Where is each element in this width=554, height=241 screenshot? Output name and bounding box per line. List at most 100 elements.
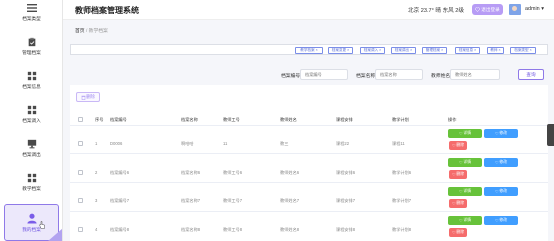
delete-button[interactable]: ♡ 删除	[449, 141, 467, 150]
detail-label: 详情	[463, 189, 471, 193]
tag-chip[interactable]: 档案调入 ×	[360, 47, 385, 54]
cell-archive-name: 档案名称7	[181, 198, 201, 203]
edit-label: 修改	[499, 218, 507, 222]
grid-icon	[27, 173, 36, 182]
row-checkbox[interactable]	[78, 170, 83, 175]
detail-button[interactable]: ♡ 详情	[448, 129, 482, 138]
user-icon	[26, 213, 37, 224]
sidebar-item-my-archive[interactable]: 我的档案	[4, 204, 59, 241]
cell-course-schedule: 课程22	[336, 141, 350, 146]
archive-name-label: 档案名称	[356, 74, 376, 79]
weather-info: 北京 23.7° 晴 东风 2级	[408, 8, 465, 14]
avatar[interactable]	[509, 4, 521, 15]
cell-archive-number: 档案编号8	[110, 227, 130, 232]
sidebar-item-label: 档案调出	[22, 151, 41, 157]
edit-button[interactable]: ♡ 修改	[484, 158, 518, 167]
tag-chip[interactable]: 管理档案 ×	[422, 47, 447, 54]
tag-chip[interactable]: 档案信息 ×	[455, 47, 480, 54]
cell-teaching-plan: 教学计划8	[392, 227, 412, 232]
cell-teaching-plan: 教学计划6	[392, 170, 412, 175]
breadcrumb-home[interactable]: 首页	[75, 29, 85, 34]
teacher-name-input[interactable]	[450, 69, 500, 80]
tag-chip[interactable]: 档案类型 ×	[510, 47, 536, 54]
trash-icon: ♡	[452, 144, 456, 148]
row-checkbox[interactable]	[78, 198, 83, 203]
teacher-name-label: 教师姓名	[431, 74, 451, 79]
logout-label: 退出登录	[481, 6, 500, 12]
hand-cursor-icon	[39, 221, 45, 229]
user-name: admin	[525, 6, 540, 12]
row-divider	[70, 182, 548, 183]
sidebar-item-label: 教学档案	[22, 185, 41, 191]
cell-course-schedule: 课程安排7	[336, 198, 356, 203]
cell-archive-number: 档案编号7	[110, 198, 130, 203]
sidebar-item-label: 我的档案	[22, 226, 41, 232]
info-icon: ♡	[459, 161, 463, 165]
detail-button[interactable]: ♡ 详情	[448, 216, 482, 225]
detail-button[interactable]: ♡ 详情	[448, 187, 482, 196]
cell-index: 3	[95, 198, 98, 203]
cell-teacher-id: 教师工号8	[223, 227, 243, 232]
header: 教师档案管理系统 北京 23.7° 晴 东风 2级 退出登录 admin ▾	[63, 0, 554, 20]
edit-button[interactable]: ♡ 修改	[484, 216, 518, 225]
batch-delete-button[interactable]: 删除	[76, 92, 100, 102]
tag-chip[interactable]: 教学档案 ×	[295, 47, 323, 54]
row-divider	[70, 125, 548, 126]
column-header: 教学计划	[392, 117, 409, 122]
select-all-checkbox[interactable]	[78, 117, 83, 122]
breadcrumb: 首页 / 教学档案	[75, 27, 108, 34]
edit-label: 修改	[499, 160, 507, 164]
list-icon	[26, 3, 37, 12]
delete-button[interactable]: ♡ 删除	[449, 170, 467, 179]
detail-button[interactable]: ♡ 详情	[448, 158, 482, 167]
search-button[interactable]: 查询	[518, 69, 544, 80]
tag-chip[interactable]: 档案变更 ×	[328, 47, 353, 54]
archive-number-label: 档案编号	[281, 74, 301, 79]
sidebar-item-archive-info[interactable]: 档案信息	[0, 62, 62, 98]
sidebar-item-archive-in[interactable]: 档案调入	[0, 96, 62, 132]
edit-button[interactable]: ♡ 修改	[484, 187, 518, 196]
detail-label: 详情	[463, 160, 471, 164]
column-header: 操作	[448, 117, 457, 122]
sidebar-item-archive-out[interactable]: 档案调出	[0, 130, 62, 166]
archive-number-input[interactable]	[300, 69, 348, 80]
archive-name-input[interactable]	[375, 69, 423, 80]
sidebar: 档案类型 管理档案 档案信息 档案调入 档案调出 教学档案 我的档案	[0, 0, 63, 241]
cell-teacher-id: 教师工号6	[223, 170, 243, 175]
cell-archive-name: 档案名称8	[181, 227, 201, 232]
edit-label: 修改	[499, 131, 507, 135]
delete-button[interactable]: ♡ 删除	[449, 228, 467, 237]
row-checkbox[interactable]	[78, 141, 83, 146]
sidebar-item-label: 档案类型	[22, 15, 41, 21]
cell-index: 2	[95, 170, 98, 175]
sidebar-item-manage-archive[interactable]: 管理档案	[0, 28, 62, 64]
column-header: 教师工号	[223, 117, 240, 122]
logout-button[interactable]: 退出登录	[472, 4, 503, 15]
row-checkbox[interactable]	[78, 227, 83, 232]
heart-icon	[475, 7, 481, 12]
sidebar-item-label: 档案调入	[22, 117, 41, 123]
info-icon: ♡	[459, 132, 463, 136]
edit-button[interactable]: ♡ 修改	[484, 129, 518, 138]
sidebar-item-label: 档案信息	[22, 83, 41, 89]
edit-icon: ♡	[495, 219, 499, 223]
row-divider	[70, 211, 548, 212]
edit-icon: ♡	[495, 161, 499, 165]
side-panel-handle[interactable]	[547, 124, 554, 146]
user-menu[interactable]: admin ▾	[525, 6, 544, 12]
grid-icon	[27, 105, 36, 114]
cell-archive-number: D0006	[110, 141, 123, 146]
tag-chip[interactable]: 教师 ×	[487, 47, 504, 54]
sidebar-item-label: 管理档案	[22, 49, 41, 55]
trash-icon: ♡	[452, 202, 456, 206]
breadcrumb-separator: /	[85, 29, 88, 34]
tag-chip[interactable]: 档案调出 ×	[391, 47, 416, 54]
delete-button[interactable]: ♡ 删除	[449, 199, 467, 208]
grid-icon	[27, 71, 36, 80]
edit-label: 修改	[499, 189, 507, 193]
sidebar-item-archive-type[interactable]: 档案类型	[0, 0, 62, 30]
trash-icon: ♡	[452, 173, 456, 177]
clipboard-icon	[28, 37, 35, 46]
row-divider	[70, 153, 548, 154]
sidebar-item-teaching-archive[interactable]: 教学档案	[0, 164, 62, 200]
